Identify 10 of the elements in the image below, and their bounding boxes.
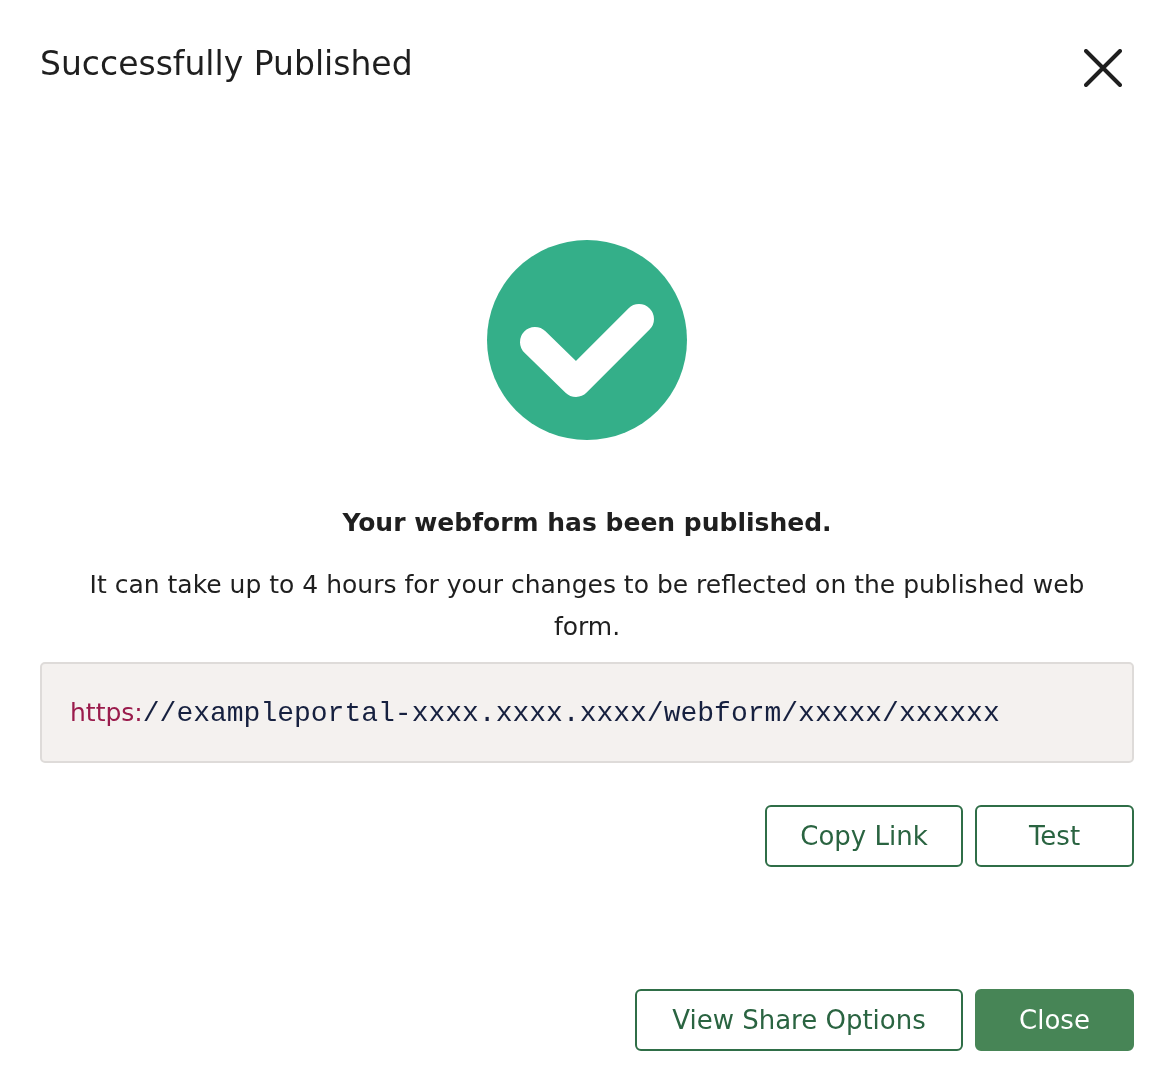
- link-action-button[interactable]: Copy Link: [765, 805, 963, 867]
- footer-button[interactable]: Close: [975, 989, 1134, 1051]
- publish-message: It can take up to 4 hours for your changes to be reflected on the published web form.: [88, 569, 1086, 643]
- close-icon[interactable]: [1084, 49, 1122, 87]
- success-heading: Your webform has been published.: [342, 507, 832, 539]
- link-action-button[interactable]: Test: [975, 805, 1134, 867]
- url-text[interactable]: https://exampleportal-xxxx.xxxx.xxxx/webform/xxxxx/xxxxxx: [70, 693, 1000, 732]
- dialog-title: Successfully Published: [40, 43, 413, 85]
- success-check-icon: [487, 240, 687, 440]
- footer-button[interactable]: View Share Options: [635, 989, 963, 1051]
